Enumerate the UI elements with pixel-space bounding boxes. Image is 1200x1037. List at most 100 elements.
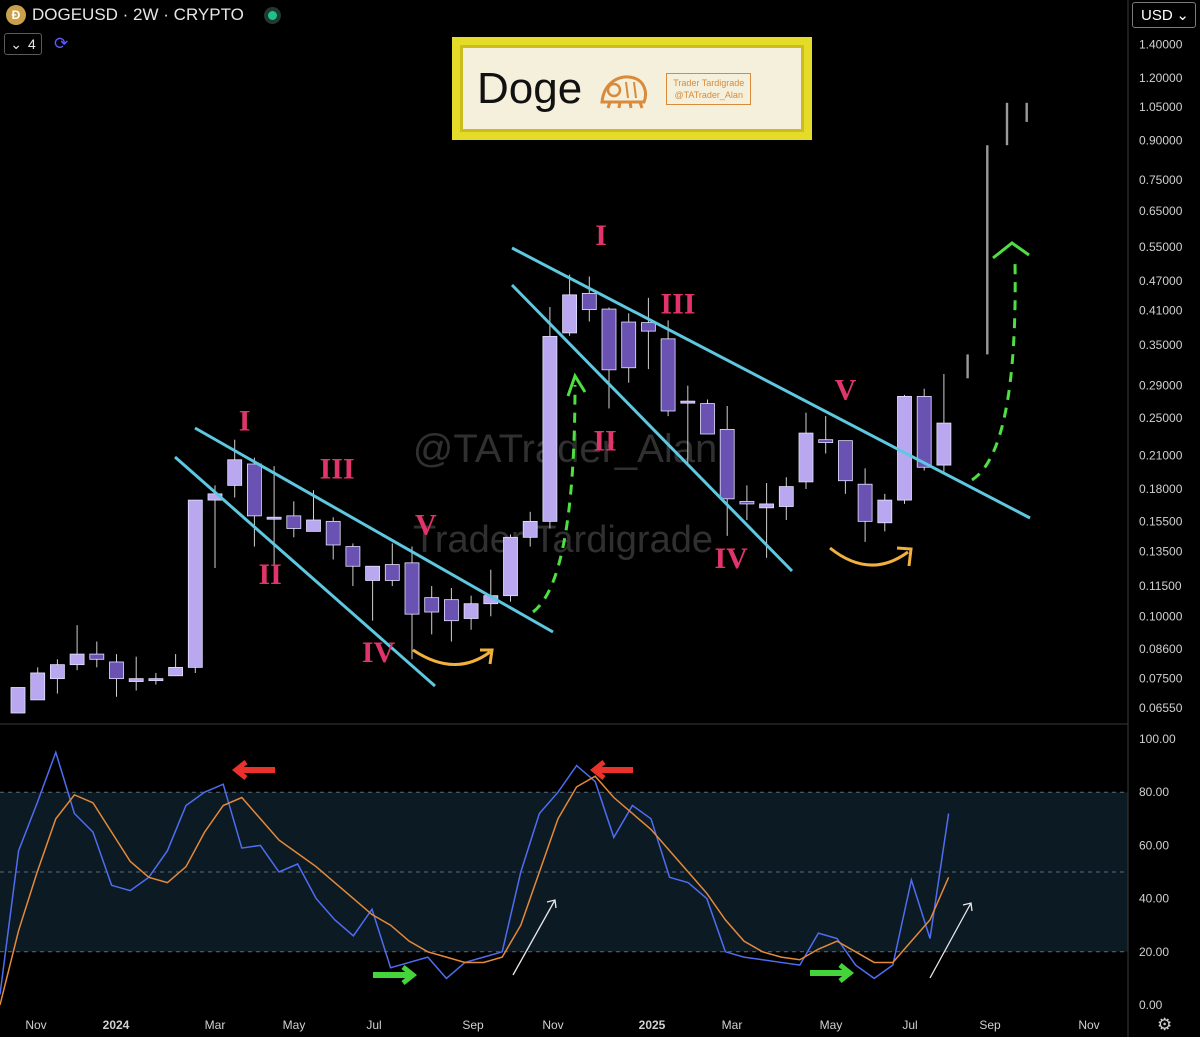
symbol-header[interactable]: Ð DOGEUSD · 2W · CRYPTO <box>6 4 277 26</box>
wave-label: V <box>415 508 437 541</box>
candle-body <box>916 395 932 468</box>
candle-body <box>542 336 558 522</box>
stoch-tick-label: 100.00 <box>1139 732 1176 746</box>
wave-label: II <box>258 558 281 591</box>
candle-body <box>365 565 381 581</box>
price-tick-label: 0.18000 <box>1139 482 1183 496</box>
price-tick-label: 0.11500 <box>1139 579 1182 593</box>
price-tick-label: 0.06550 <box>1139 701 1183 715</box>
price-tick-label: 0.15500 <box>1139 514 1183 528</box>
stoch-tick-label: 40.00 <box>1139 892 1169 906</box>
wave-label: IV <box>362 636 396 669</box>
time-tick-label: Sep <box>979 1018 1001 1032</box>
wave-label: V <box>835 374 857 407</box>
gear-icon[interactable]: ⚙ <box>1157 1015 1172 1035</box>
candle-body <box>739 500 755 505</box>
price-tick-label: 0.10000 <box>1139 609 1183 623</box>
price-tick-label: 0.47000 <box>1139 274 1183 288</box>
time-tick-label: 2025 <box>639 1018 666 1032</box>
candle-body <box>187 499 203 668</box>
logo-badge-line2: @TATrader_Alan <box>674 89 743 100</box>
candle-body <box>89 653 105 660</box>
currency-label: USD <box>1141 6 1173 24</box>
candle-body <box>680 400 696 404</box>
candle-body <box>857 483 873 522</box>
indicator-count: 4 <box>27 36 36 52</box>
candle-body <box>503 536 518 597</box>
stoch-tick-label: 0.00 <box>1139 998 1163 1012</box>
price-tick-label: 0.41000 <box>1139 304 1183 318</box>
price-tick-label: 0.65000 <box>1139 204 1183 218</box>
time-tick-label: Sep <box>462 1018 484 1032</box>
collapse-indicators-button[interactable]: ⌄ 4 <box>4 33 42 55</box>
candle-body <box>306 519 321 532</box>
wave-label: IV <box>714 542 748 575</box>
currency-select[interactable]: USD ⌄ <box>1132 2 1196 28</box>
candle-body <box>30 672 46 701</box>
price-tick-label: 0.90000 <box>1139 133 1183 147</box>
time-tick-label: Nov <box>1078 1018 1099 1032</box>
price-tick-label: 0.25000 <box>1139 411 1183 425</box>
refresh-icon[interactable]: ⟳ <box>54 34 68 54</box>
stoch-tick-label: 60.00 <box>1139 838 1169 852</box>
candle-body <box>148 678 164 682</box>
time-tick-label: Mar <box>722 1018 743 1032</box>
wave-label: III <box>660 287 695 320</box>
candle-body <box>798 432 814 483</box>
doge-coin-icon: Ð <box>6 5 26 25</box>
candle-body <box>660 338 676 412</box>
candle-body <box>838 440 853 482</box>
candle-body <box>128 678 144 682</box>
time-tick-label: Nov <box>542 1018 563 1032</box>
symbol-title[interactable]: DOGEUSD · 2W · CRYPTO <box>32 5 244 25</box>
chevron-down-icon: ⌄ <box>1176 7 1189 24</box>
candle-body <box>877 499 893 524</box>
candle-body <box>286 515 302 529</box>
tardigrade-icon <box>600 75 648 108</box>
price-tick-label: 0.35000 <box>1139 338 1183 352</box>
time-tick-label: 2024 <box>103 1018 130 1032</box>
candle-body <box>778 486 794 507</box>
time-tick-label: Mar <box>205 1018 226 1032</box>
candle-body <box>443 599 459 622</box>
price-tick-label: 0.21000 <box>1139 449 1183 463</box>
candle-body <box>601 308 617 371</box>
candle-body <box>936 422 952 466</box>
logo-title: Doge <box>477 63 583 113</box>
time-tick-label: Nov <box>25 1018 46 1032</box>
candle-body <box>719 428 735 500</box>
time-tick-label: Jul <box>902 1018 917 1032</box>
candle-body <box>641 322 656 332</box>
stoch-tick-label: 20.00 <box>1139 945 1169 959</box>
time-tick-label: May <box>820 1018 843 1032</box>
price-tick-label: 1.40000 <box>1139 38 1183 52</box>
candle-body <box>562 294 577 334</box>
doge-logo-banner: Doge Trader Tardigrade @TATrader_Alan <box>452 37 812 140</box>
candle-body <box>700 403 715 435</box>
wave-label: II <box>593 424 616 457</box>
logo-badge-line1: Trader Tardigrade <box>673 77 745 88</box>
price-tick-label: 0.08600 <box>1139 642 1183 656</box>
candle-body <box>227 459 243 486</box>
candle-body <box>621 321 637 369</box>
price-tick-label: 1.05000 <box>1139 100 1183 114</box>
candle-body <box>818 439 834 443</box>
chart-canvas: @TATrader_AlanTrader Tardigrade IIIIIIIV… <box>0 0 1200 1037</box>
price-tick-label: 0.55000 <box>1139 240 1183 254</box>
candle-body <box>424 597 440 613</box>
candle-body <box>522 520 538 538</box>
candle-body <box>404 562 420 615</box>
wave-label: I <box>595 219 607 252</box>
candle-body <box>463 603 479 619</box>
chevron-down-icon: ⌄ <box>10 35 22 52</box>
candle-body <box>50 664 65 680</box>
wave-label: I <box>239 404 251 437</box>
candle-body <box>581 292 597 310</box>
candle-body <box>246 463 262 517</box>
time-tick-label: Jul <box>366 1018 381 1032</box>
price-tick-label: 0.07500 <box>1139 672 1183 686</box>
time-tick-label: May <box>283 1018 306 1032</box>
candle-body <box>345 546 361 567</box>
candle-body <box>168 666 184 677</box>
candle-body <box>759 503 774 509</box>
